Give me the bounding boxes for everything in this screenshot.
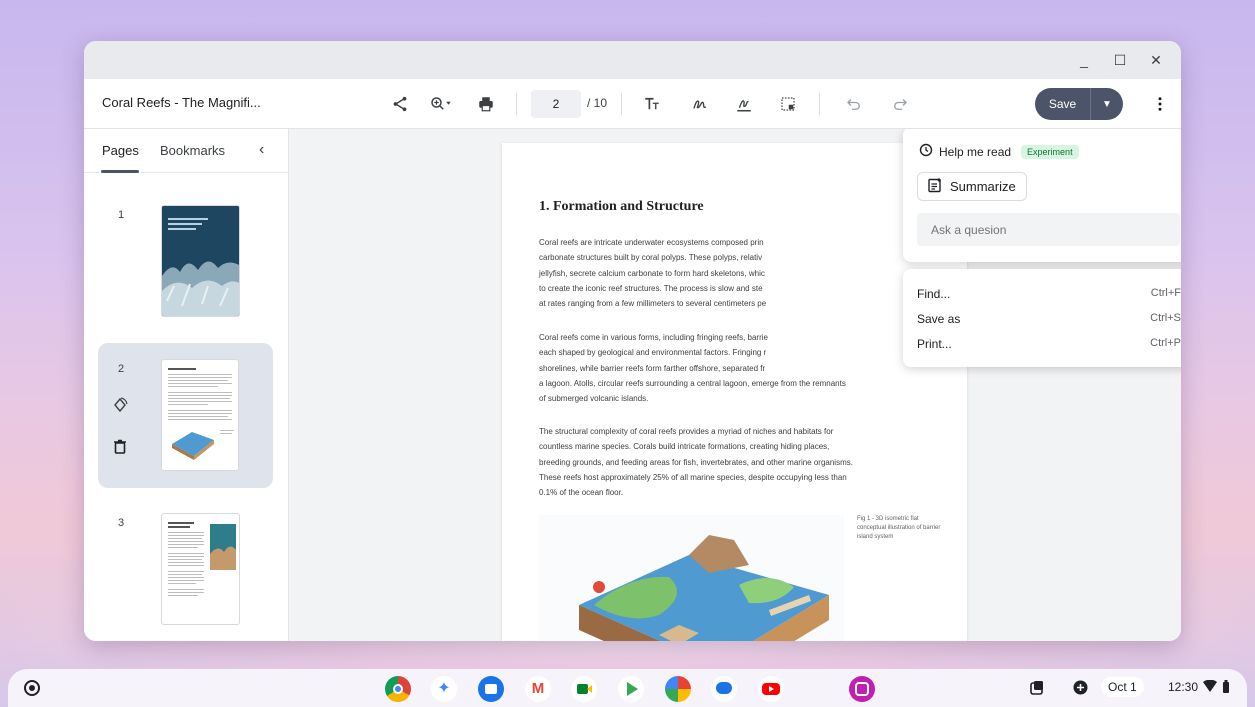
chrome-icon[interactable] (385, 676, 411, 702)
toolbar-divider (819, 93, 820, 115)
summarize-icon (927, 177, 943, 196)
menu-item-find[interactable]: Find... Ctrl+F (903, 281, 1181, 306)
page-thumbnail[interactable] (161, 359, 239, 471)
page-thumbnail-row[interactable]: 1 (84, 189, 289, 319)
delete-icon[interactable] (112, 439, 128, 455)
wifi-icon[interactable] (1203, 679, 1217, 695)
launcher-icon[interactable] (24, 680, 40, 696)
draw-icon[interactable] (688, 92, 712, 116)
timer-icon (919, 143, 933, 160)
close-button[interactable]: ✕ (1145, 49, 1167, 71)
clock[interactable]: 12:30 (1168, 680, 1198, 694)
toolbar-divider (621, 93, 622, 115)
highlight-icon[interactable] (732, 92, 756, 116)
photos-icon[interactable] (665, 676, 691, 702)
battery-icon[interactable] (1222, 680, 1230, 696)
share-icon[interactable] (388, 92, 412, 116)
toolbar: Coral Reefs - The Magnifi... 2 / 10 Save… (84, 79, 1181, 129)
print-icon[interactable] (474, 92, 498, 116)
page-thumbnail[interactable] (161, 205, 240, 317)
system-shelf: ✦ M Oct 1 12:30 (8, 669, 1247, 707)
save-dropdown-button[interactable]: ▼ (1091, 99, 1123, 110)
menu-item-print[interactable]: Print... Ctrl+P (903, 331, 1181, 356)
summarize-label: Summarize (950, 179, 1016, 194)
barrier-island-illustration (539, 515, 844, 641)
more-options-menu: Find... Ctrl+F Save as Ctrl+S Print... C… (903, 269, 1181, 367)
account-status-icon[interactable] (1073, 680, 1088, 698)
youtube-icon[interactable] (758, 676, 784, 702)
pdf-page: 1. Formation and Structure Coral reefs a… (502, 143, 967, 641)
pdf-viewer-window: _ ☐ ✕ Coral Reefs - The Magnifi... 2 / 1… (84, 41, 1181, 641)
gemini-icon[interactable]: ✦ (431, 676, 457, 702)
tab-pages[interactable]: Pages (102, 143, 139, 158)
section-heading: 1. Formation and Structure (539, 199, 704, 214)
gmail-icon[interactable]: M (525, 676, 551, 702)
date-pill[interactable]: Oct 1 (1101, 677, 1144, 697)
page-number-label: 2 (118, 363, 125, 375)
title-bar: _ ☐ ✕ (84, 41, 1181, 79)
sidebar-tabs: Pages Bookmarks ‹ (84, 129, 288, 173)
play-store-icon[interactable] (618, 676, 644, 702)
minimize-button[interactable]: _ (1073, 49, 1095, 71)
pdf-app-icon[interactable] (849, 676, 875, 702)
help-me-read-panel: Help me read Experiment Summarize (903, 129, 1181, 262)
messages-icon[interactable] (711, 676, 737, 702)
text-size-icon[interactable] (640, 92, 664, 116)
page-thumbnail[interactable] (161, 513, 240, 625)
collapse-sidebar-icon[interactable]: ‹ (259, 141, 264, 159)
page-total: / 10 (587, 96, 608, 110)
experiment-badge: Experiment (1021, 144, 1079, 159)
save-button[interactable]: Save (1035, 88, 1091, 120)
help-me-read-title: Help me read (939, 144, 1012, 159)
tab-bookmarks[interactable]: Bookmarks (160, 143, 225, 158)
page-number-label: 1 (118, 209, 125, 221)
page-thumbnail-row-selected[interactable]: 2 (98, 343, 273, 488)
page-thumbnail-row[interactable]: 3 (84, 509, 289, 639)
toolbar-divider (516, 93, 517, 115)
tote-icon[interactable] (1029, 680, 1045, 699)
paragraph: Coral reefs come in various forms, inclu… (539, 333, 846, 404)
more-options-icon[interactable] (1148, 92, 1172, 116)
maximize-button[interactable]: ☐ (1109, 49, 1131, 71)
meet-icon[interactable] (571, 676, 597, 702)
caret-down-icon: ▼ (1102, 98, 1112, 110)
undo-icon[interactable] (842, 92, 866, 116)
active-tab-indicator (101, 170, 139, 173)
summarize-button[interactable]: Summarize (917, 172, 1027, 201)
selection-icon[interactable] (776, 92, 800, 116)
paragraph: Coral reefs are intricate underwater eco… (539, 238, 767, 309)
page-number-label: 3 (118, 517, 125, 529)
help-me-read-header: Help me read Experiment (919, 143, 1079, 160)
redo-icon[interactable] (888, 92, 912, 116)
page-number-input[interactable]: 2 (531, 90, 581, 118)
save-button-group: Save ▼ (1035, 88, 1123, 120)
document-viewer: 1. Formation and Structure Coral reefs a… (289, 129, 1181, 641)
rotate-icon[interactable] (112, 397, 128, 413)
figure-caption: Fig 1 - 3D isometric flat conceptual ill… (857, 516, 941, 540)
document-title: Coral Reefs - The Magnifi... (102, 95, 261, 110)
files-icon[interactable] (478, 676, 504, 702)
page-sidebar: Pages Bookmarks ‹ 1 2 3 (84, 129, 289, 641)
menu-item-save-as[interactable]: Save as Ctrl+S (903, 306, 1181, 331)
zoom-icon[interactable] (424, 92, 458, 116)
paragraph: The structural complexity of coral reefs… (539, 427, 853, 498)
ask-question-input[interactable] (917, 213, 1180, 246)
